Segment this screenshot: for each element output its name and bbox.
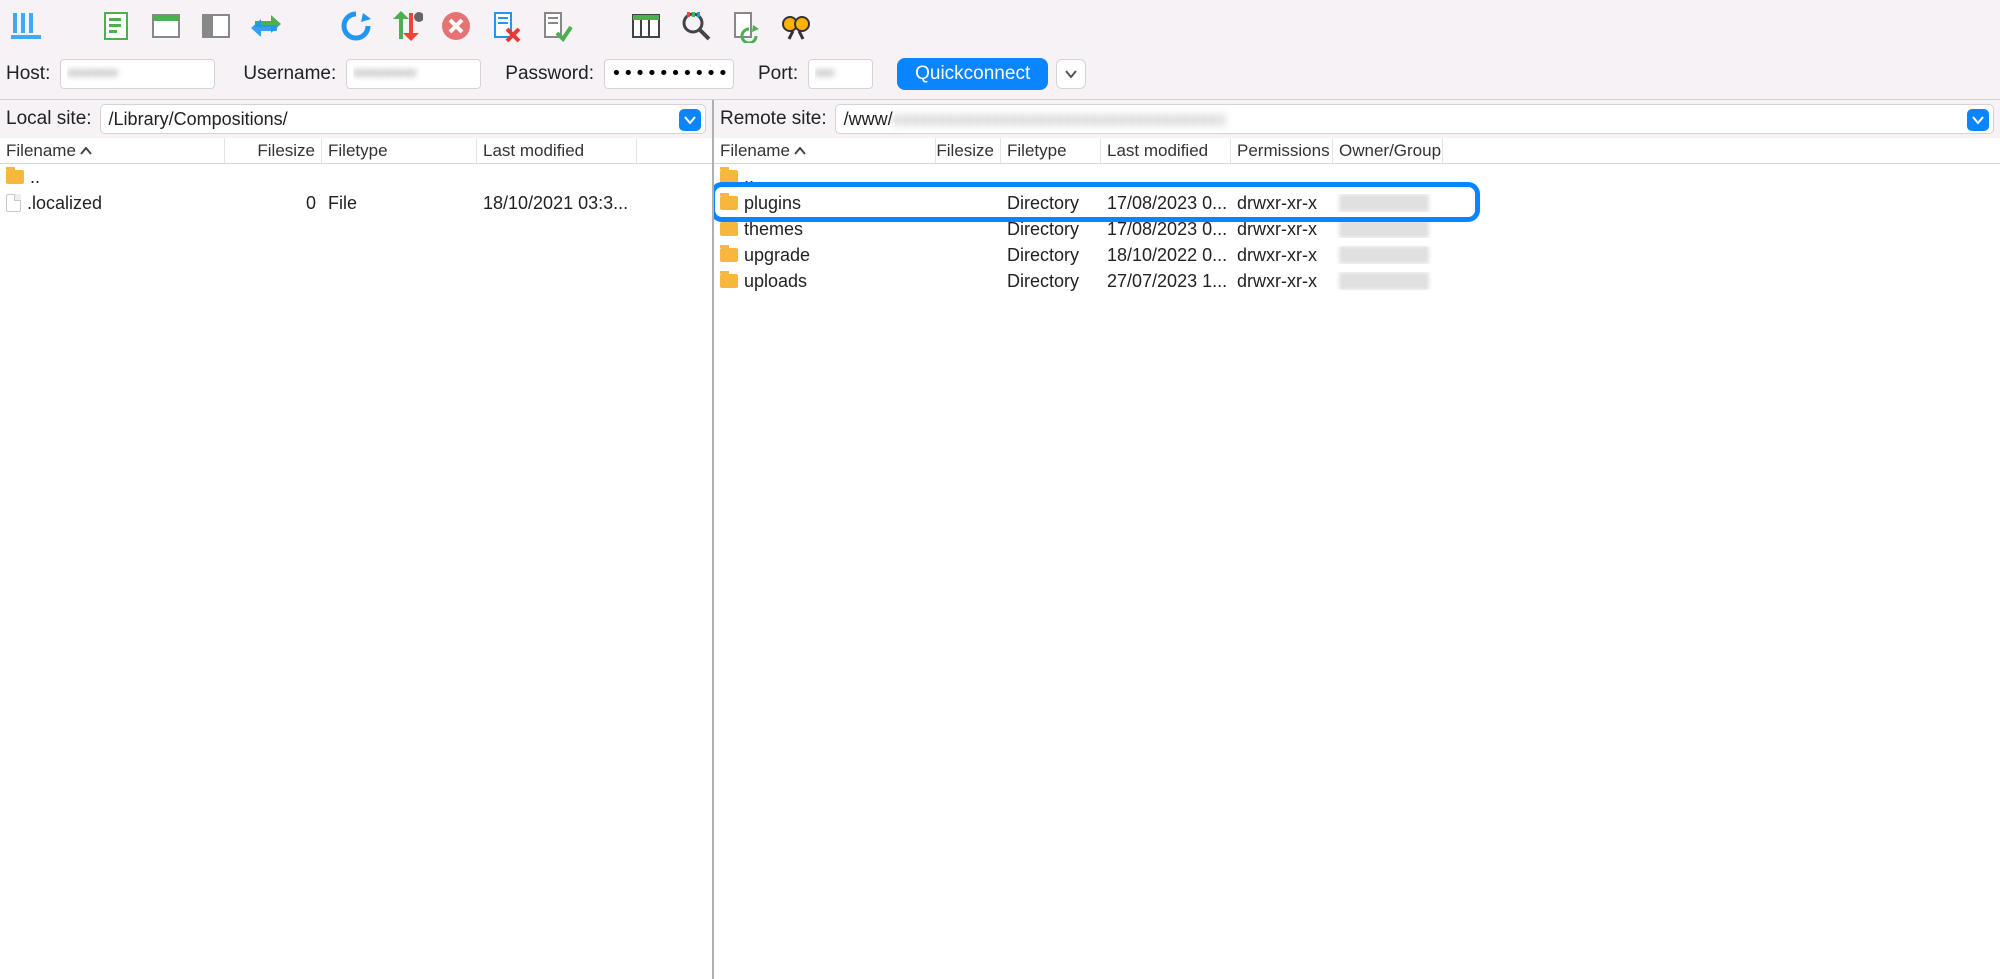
quickconnect-bar: Host: Username: Password: Port: Quickcon… (0, 52, 2000, 100)
columns-icon[interactable] (626, 6, 666, 46)
table-row[interactable]: plugins Directory 17/08/2023 0... drwxr-xr-… (714, 190, 2000, 216)
header-filetype[interactable]: Filetype (1001, 138, 1101, 163)
local-site-path-text: /Library/Compositions/ (109, 109, 288, 130)
local-site-label: Local site: (6, 108, 92, 130)
file-name: .. (30, 167, 40, 188)
remote-site-path-blurred: xxxxxxxxxxxxxxxxxxxxxxxxxxxxxxxxxxxxx (893, 109, 1226, 130)
local-file-rows: .. .localized 0 File 18/10/2021 03:3... (0, 164, 712, 979)
local-site-row: Local site: /Library/Compositions/ (0, 100, 712, 138)
sort-asc-icon (80, 147, 92, 155)
port-label: Port: (758, 63, 800, 85)
table-row[interactable]: uploads Directory 27/07/2023 1... drwxr-xr-… (714, 268, 2000, 294)
folder-icon (720, 274, 738, 288)
remote-file-rows: .. plugins Directory 17/08/2023 0... drwxr-x… (714, 164, 2000, 979)
owner-blurred (1339, 272, 1429, 290)
table-row[interactable]: .. (0, 164, 712, 190)
file-permissions: drwxr-xr-x (1237, 219, 1317, 240)
header-lastmodified[interactable]: Last modified (1101, 138, 1231, 163)
sync-browse-icon[interactable] (246, 6, 286, 46)
remote-file-headers: Filename Filesize Filetype Last modified… (714, 138, 2000, 164)
header-filetype[interactable]: Filetype (322, 138, 477, 163)
remote-site-label: Remote site: (720, 108, 827, 130)
table-row[interactable]: upgrade Directory 18/10/2022 0... drwxr-xr-… (714, 242, 2000, 268)
file-size: 0 (306, 193, 316, 214)
quickconnect-button[interactable]: Quickconnect (897, 58, 1048, 90)
cancel-icon[interactable] (436, 6, 476, 46)
password-label: Password: (505, 63, 596, 85)
file-modified: 18/10/2021 03:3... (483, 193, 628, 214)
search-icon[interactable] (676, 6, 716, 46)
header-filename[interactable]: Filename (0, 138, 225, 163)
file-permissions: drwxr-xr-x (1237, 271, 1317, 292)
port-input[interactable] (808, 59, 873, 89)
toggle-tree-icon[interactable] (146, 6, 186, 46)
main-split: Local site: /Library/Compositions/ Filen… (0, 100, 2000, 979)
file-name: plugins (744, 193, 801, 214)
file-type: Directory (1007, 193, 1079, 214)
chevron-down-icon (1967, 109, 1989, 131)
sort-asc-icon (794, 147, 806, 155)
file-modified: 17/08/2023 0... (1107, 219, 1227, 240)
file-name: upgrade (744, 245, 810, 266)
header-ownergroup[interactable]: Owner/Group (1333, 138, 1443, 163)
text-file-icon[interactable] (96, 6, 136, 46)
remote-site-path[interactable]: /www/xxxxxxxxxxxxxxxxxxxxxxxxxxxxxxxxxxx… (835, 104, 1994, 134)
password-input[interactable] (604, 59, 734, 89)
file-modified: 17/08/2023 0... (1107, 193, 1227, 214)
compare-icon[interactable] (536, 6, 576, 46)
filter-disconnect-icon[interactable] (486, 6, 526, 46)
header-lastmodified[interactable]: Last modified (477, 138, 637, 163)
transfer-queue-icon[interactable] (386, 6, 426, 46)
find-icon[interactable] (776, 6, 816, 46)
local-file-headers: Filename Filesize Filetype Last modified (0, 138, 712, 164)
table-row[interactable]: .localized 0 File 18/10/2021 03:3... (0, 190, 712, 216)
file-type: File (328, 193, 357, 214)
refresh-icon[interactable] (336, 6, 376, 46)
remote-site-row: Remote site: /www/xxxxxxxxxxxxxxxxxxxxxx… (714, 100, 2000, 138)
folder-icon (720, 170, 738, 184)
quickconnect-history-dropdown[interactable] (1056, 59, 1086, 89)
main-toolbar (0, 0, 2000, 52)
owner-blurred (1339, 194, 1429, 212)
username-input[interactable] (346, 59, 481, 89)
folder-icon (6, 170, 24, 184)
host-input[interactable] (60, 59, 215, 89)
remote-pane: Remote site: /www/xxxxxxxxxxxxxxxxxxxxxx… (714, 100, 2000, 979)
folder-icon (720, 196, 738, 210)
chevron-down-icon (679, 109, 701, 131)
table-row[interactable]: .. (714, 164, 2000, 190)
header-permissions[interactable]: Permissions (1231, 138, 1333, 163)
file-type: Directory (1007, 245, 1079, 266)
owner-blurred (1339, 220, 1429, 238)
toggle-remote-icon[interactable] (196, 6, 236, 46)
file-type: Directory (1007, 219, 1079, 240)
owner-blurred (1339, 246, 1429, 264)
table-row[interactable]: themes Directory 17/08/2023 0... drwxr-xr-x (714, 216, 2000, 242)
file-icon (6, 194, 21, 212)
file-type: Directory (1007, 271, 1079, 292)
host-label: Host: (6, 63, 52, 85)
file-modified: 18/10/2022 0... (1107, 245, 1227, 266)
folder-icon (720, 222, 738, 236)
local-site-path[interactable]: /Library/Compositions/ (100, 104, 706, 134)
file-name: uploads (744, 271, 807, 292)
header-filesize[interactable]: Filesize (936, 138, 1001, 163)
file-modified: 27/07/2023 1... (1107, 271, 1227, 292)
file-name: .. (744, 167, 754, 188)
folder-icon (720, 248, 738, 262)
header-filename[interactable]: Filename (714, 138, 936, 163)
reconnect-icon[interactable] (726, 6, 766, 46)
file-name: .localized (27, 193, 102, 214)
file-permissions: drwxr-xr-x (1237, 245, 1317, 266)
file-permissions: drwxr-xr-x (1237, 193, 1317, 214)
site-manager-icon[interactable] (6, 6, 46, 46)
local-pane: Local site: /Library/Compositions/ Filen… (0, 100, 712, 979)
header-filesize[interactable]: Filesize (225, 138, 322, 163)
remote-site-path-prefix: /www/ (844, 109, 893, 130)
file-name: themes (744, 219, 803, 240)
username-label: Username: (243, 63, 338, 85)
